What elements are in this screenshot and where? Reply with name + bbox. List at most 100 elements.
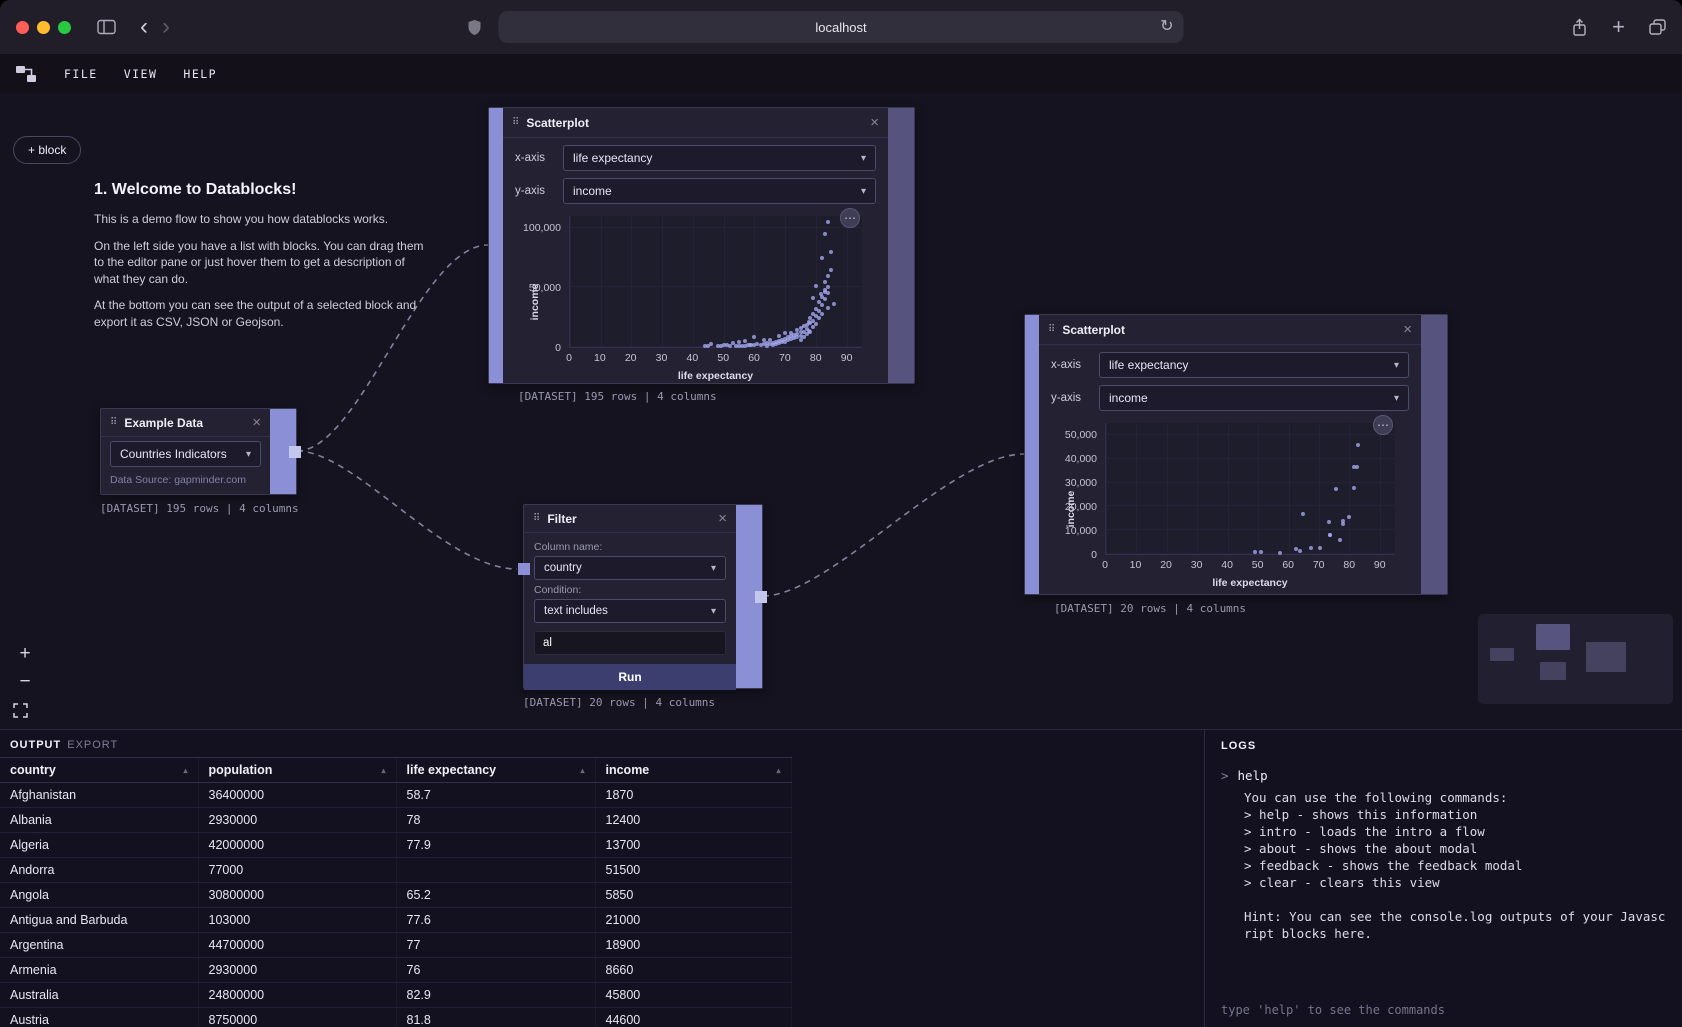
x-tick-label: 90: [841, 352, 853, 364]
node-title: Scatterplot: [526, 116, 863, 130]
drag-handle-icon: ⠿: [533, 513, 540, 524]
log-command-input[interactable]: [1221, 1003, 1666, 1017]
table-row[interactable]: Armenia2930000768660: [0, 958, 791, 983]
close-icon[interactable]: ×: [1403, 322, 1412, 337]
y-axis-select[interactable]: income ▾: [1099, 385, 1409, 411]
table-row[interactable]: Angola3080000065.25850: [0, 883, 791, 908]
column-header[interactable]: income▴: [595, 758, 791, 783]
node-header[interactable]: ⠿ Example Data ×: [101, 409, 270, 437]
output-port[interactable]: [755, 591, 767, 603]
x-tick-label: 40: [687, 352, 699, 364]
node-header[interactable]: ⠿ Scatterplot ×: [1039, 315, 1421, 345]
dataset-select[interactable]: Countries Indicators ▾: [110, 441, 261, 467]
input-port-strip[interactable]: [489, 108, 503, 383]
x-axis-select[interactable]: life expectancy ▾: [563, 145, 876, 171]
y-ticks: 010,00020,00030,00040,00050,000: [1047, 423, 1101, 555]
refresh-button[interactable]: ↻: [1160, 16, 1173, 36]
y-tick-label: 50,000: [529, 282, 561, 294]
flow-canvas[interactable]: + block 1. Welcome to Datablocks! This i…: [0, 93, 1682, 729]
condition-select[interactable]: text includes ▾: [534, 599, 726, 623]
column-header[interactable]: life expectancy▴: [396, 758, 595, 783]
table-cell: 82.9: [396, 983, 595, 1008]
new-tab-button[interactable]: +: [1612, 14, 1625, 40]
x-tick-label: 30: [656, 352, 668, 364]
table-row[interactable]: Albania29300007812400: [0, 808, 791, 833]
menu-item-help[interactable]: HELP: [183, 67, 217, 81]
output-port[interactable]: [289, 446, 301, 458]
node-header[interactable]: ⠿ Scatterplot ×: [503, 108, 888, 138]
zoom-window-button[interactable]: [58, 21, 71, 34]
table-row[interactable]: Argentina447000007718900: [0, 933, 791, 958]
privacy-shield-icon[interactable]: [467, 19, 482, 36]
chart-menu-button[interactable]: ⋯: [1373, 415, 1393, 435]
scatter-chart: income 010,00020,00030,00040,00050,000 0…: [1047, 417, 1409, 589]
close-icon[interactable]: ×: [718, 511, 727, 526]
table-row[interactable]: Afghanistan3640000058.71870: [0, 783, 791, 808]
scatter-point: [1341, 522, 1345, 526]
connection-path: [763, 454, 1024, 596]
url-bar[interactable]: localhost ↻: [499, 11, 1184, 43]
scatter-point: [826, 291, 830, 295]
minimap[interactable]: [1478, 614, 1673, 704]
dataset-caption: [DATASET] 195 rows | 4 columns: [100, 502, 299, 515]
table-row[interactable]: Andorra7700051500: [0, 858, 791, 883]
y-axis-select[interactable]: income ▾: [563, 178, 876, 204]
add-block-button[interactable]: + block: [13, 136, 81, 164]
scatter-point: [829, 268, 833, 272]
table-row[interactable]: Australia2480000082.945800: [0, 983, 791, 1008]
refresh-icon: ↻: [1160, 18, 1173, 35]
tab-export[interactable]: EXPORT: [67, 739, 118, 751]
welcome-paragraph: On the left side you have a list with bl…: [94, 238, 429, 288]
table-cell: 81.8: [396, 1008, 595, 1027]
sidebar-toggle-button[interactable]: [97, 19, 116, 35]
x-axis-title: life expectancy: [1105, 577, 1395, 589]
menu-item-file[interactable]: FILE: [64, 67, 98, 81]
minimize-window-button[interactable]: [37, 21, 50, 34]
table-row[interactable]: Austria875000081.844600: [0, 1008, 791, 1027]
close-icon[interactable]: ×: [870, 115, 879, 130]
tab-output[interactable]: OUTPUT: [10, 739, 61, 751]
forward-button[interactable]: ›: [162, 17, 170, 37]
scatter-point: [1328, 533, 1332, 537]
output-port-strip[interactable]: [1421, 315, 1447, 594]
zoom-in-button[interactable]: +: [13, 642, 37, 666]
x-axis-title: life expectancy: [569, 370, 862, 382]
input-port-strip[interactable]: [1025, 315, 1039, 594]
close-window-button[interactable]: [16, 21, 29, 34]
scatter-point: [1318, 546, 1322, 550]
table-cell: 2930000: [198, 808, 396, 833]
column-select[interactable]: country ▾: [534, 556, 726, 580]
log-output: You can use the following commands:> hel…: [1244, 789, 1666, 891]
column-header[interactable]: population▴: [198, 758, 396, 783]
show-tabs-button[interactable]: [1649, 19, 1666, 35]
output-port-strip[interactable]: [736, 505, 762, 688]
share-button[interactable]: [1571, 18, 1588, 37]
zoom-out-button[interactable]: −: [13, 670, 37, 694]
x-tick-label: 20: [1160, 559, 1172, 571]
x-tick-label: 0: [566, 352, 572, 364]
scatter-point: [1338, 538, 1342, 542]
scatter-point: [826, 274, 830, 278]
plot-area: [1105, 423, 1395, 555]
x-axis-select[interactable]: life expectancy ▾: [1099, 352, 1409, 378]
table-row[interactable]: Algeria4200000077.913700: [0, 833, 791, 858]
fit-view-button[interactable]: [13, 698, 37, 722]
table-row[interactable]: Antigua and Barbuda10300077.621000: [0, 908, 791, 933]
scatter-point: [1301, 512, 1305, 516]
welcome-paragraph: This is a demo flow to show you how data…: [94, 211, 429, 228]
chevron-down-icon: ▾: [711, 606, 716, 617]
column-name-label: Column name:: [534, 541, 726, 553]
back-button[interactable]: ‹: [140, 17, 148, 37]
condition-label: Condition:: [534, 584, 726, 596]
chart-menu-button[interactable]: ⋯: [840, 208, 860, 228]
menu-item-view[interactable]: VIEW: [124, 67, 158, 81]
output-port-strip[interactable]: [270, 409, 296, 494]
scatter-point: [826, 285, 830, 289]
filter-query-input[interactable]: [534, 631, 726, 655]
run-button[interactable]: Run: [524, 664, 736, 690]
column-header[interactable]: country▴: [0, 758, 198, 783]
node-header[interactable]: ⠿ Filter ×: [524, 505, 736, 533]
close-icon[interactable]: ×: [252, 415, 261, 430]
output-port-strip[interactable]: [888, 108, 914, 383]
plot-area: [569, 216, 862, 348]
